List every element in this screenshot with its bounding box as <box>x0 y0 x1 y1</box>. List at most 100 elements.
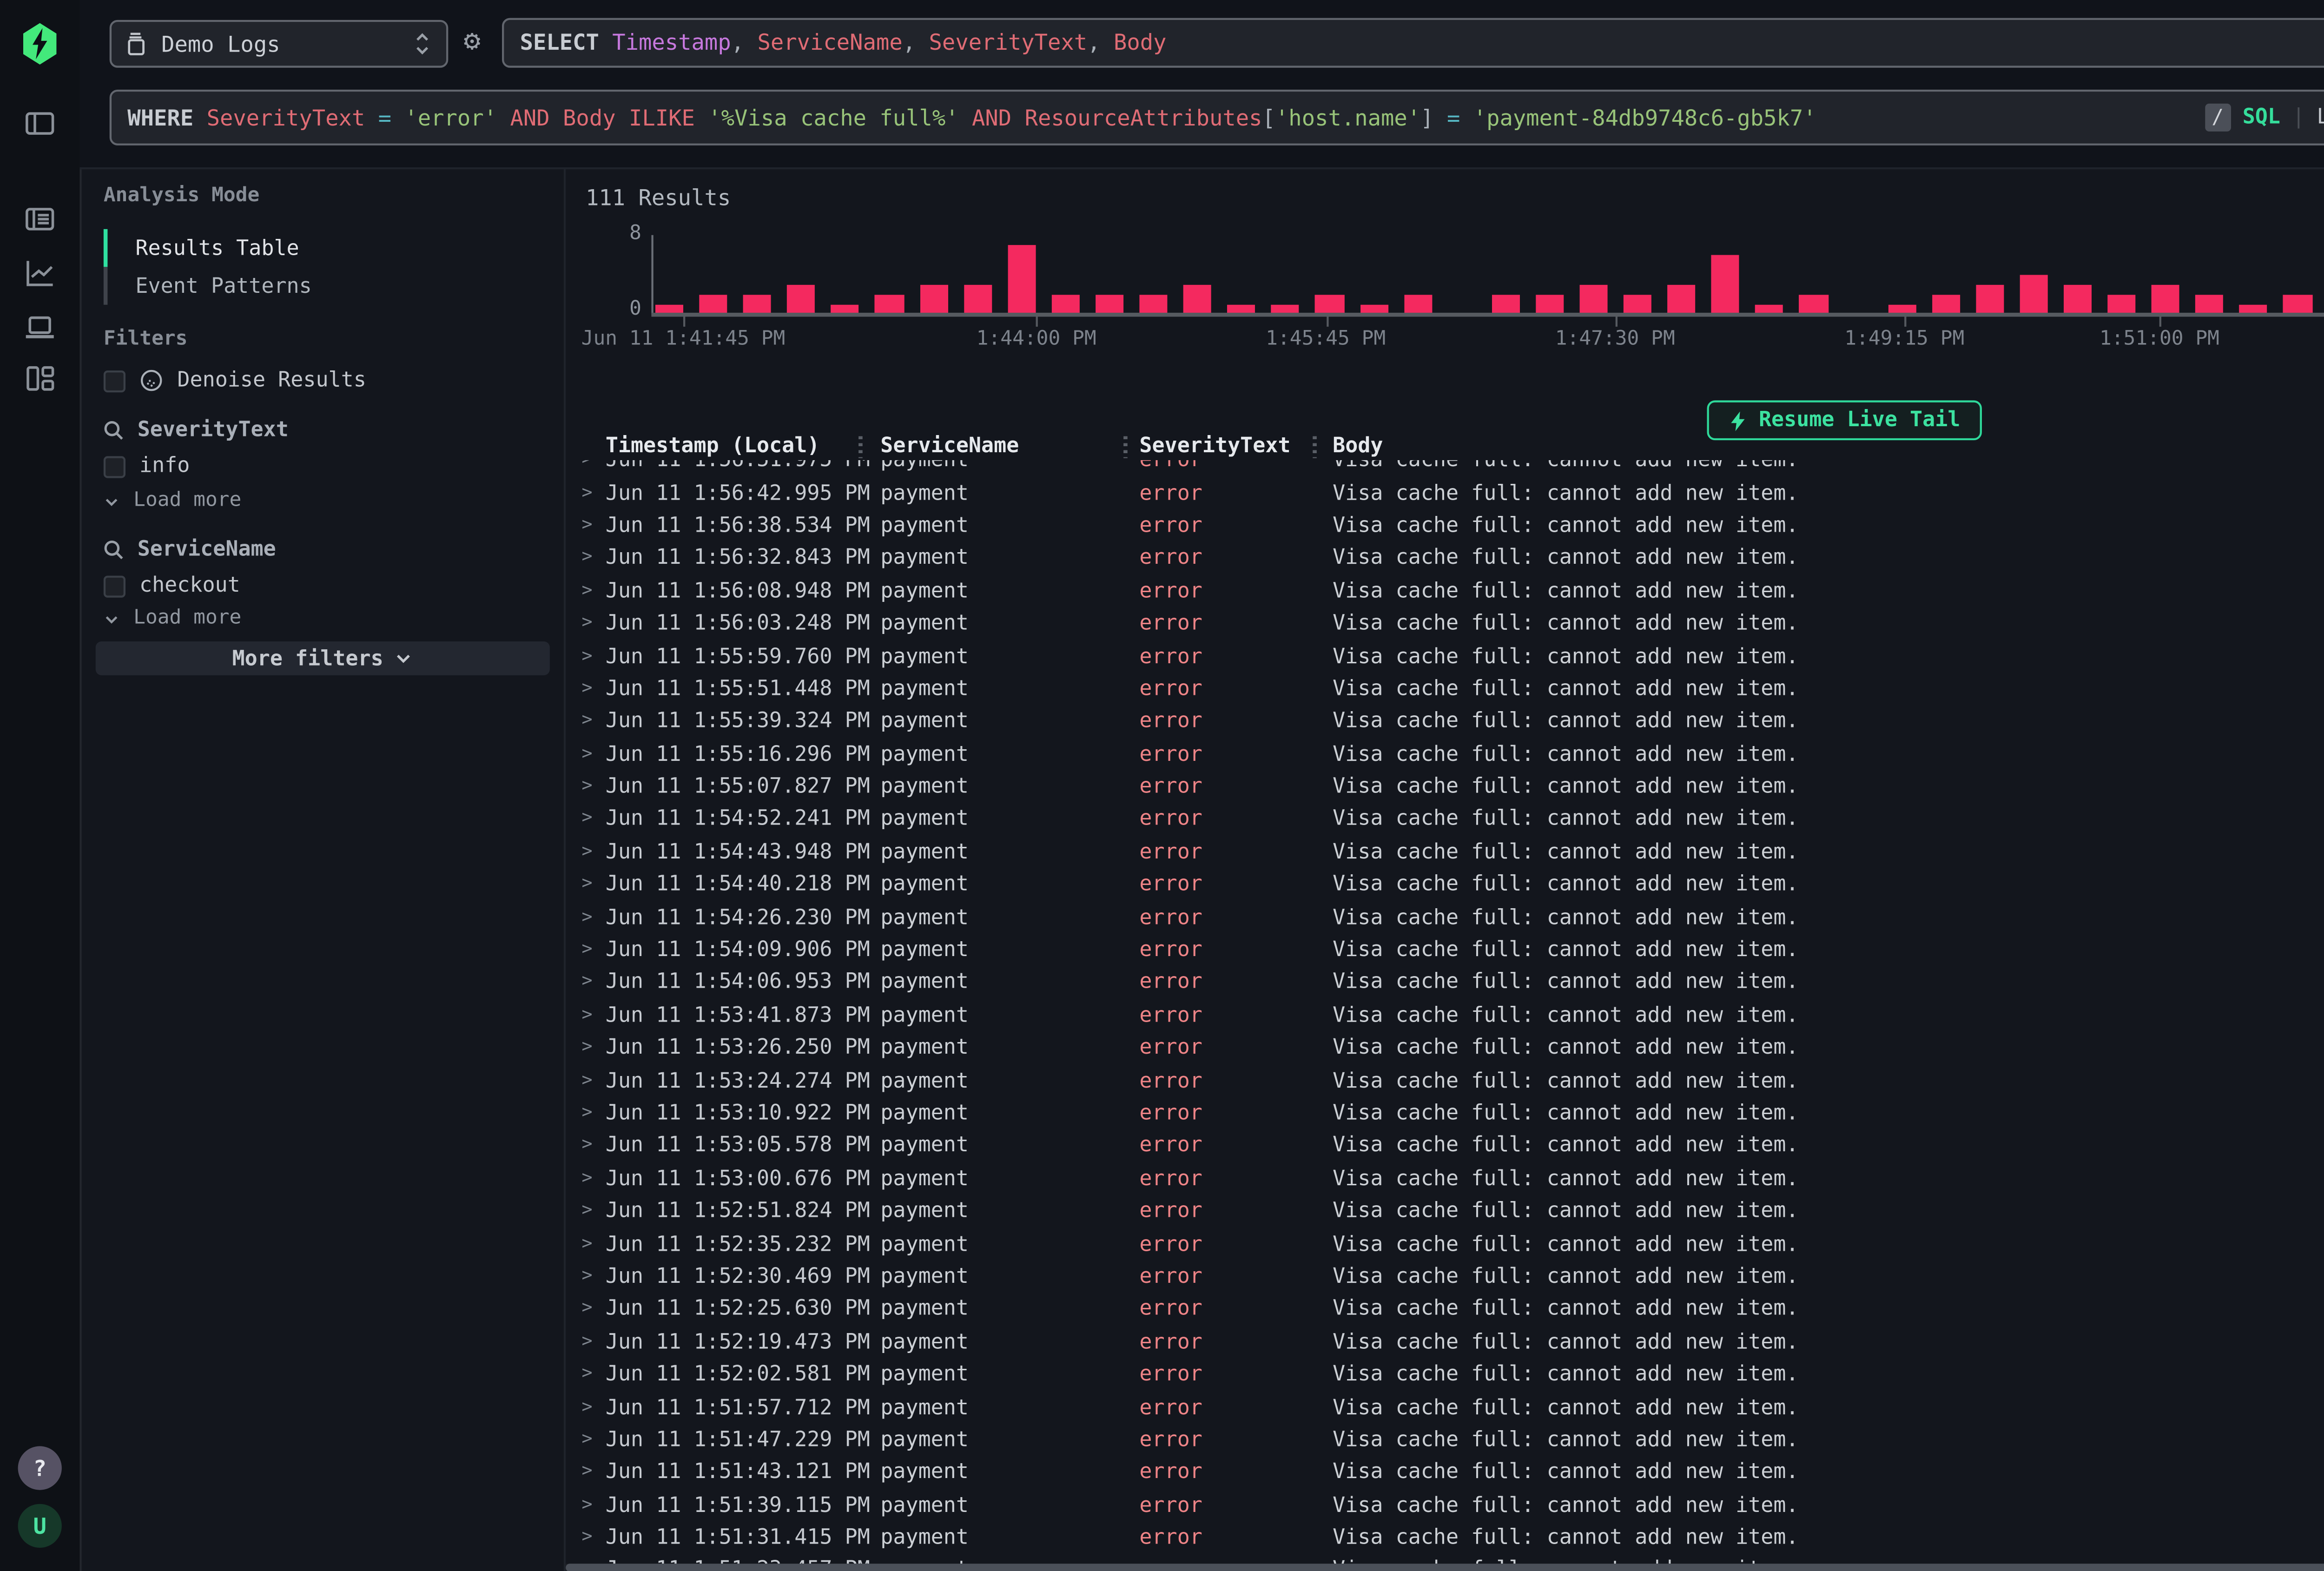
row-expand-chevron[interactable]: > <box>581 1365 605 1385</box>
log-row[interactable]: >Jun 11 1:51:31.415 PMpaymenterrorVisa c… <box>566 1522 2324 1554</box>
select-query-input[interactable]: SELECT Timestamp, ServiceName, SeverityT… <box>502 18 2324 68</box>
log-row[interactable]: >Jun 11 1:51:23.457 PMpaymenterrorVisa c… <box>566 1554 2324 1564</box>
row-expand-chevron[interactable]: > <box>581 1136 605 1156</box>
denoise-results-row[interactable]: Denoise Results <box>104 369 366 392</box>
log-row[interactable]: >Jun 11 1:55:07.827 PMpaymenterrorVisa c… <box>566 771 2324 803</box>
help-button[interactable]: ? <box>18 1446 62 1490</box>
row-expand-chevron[interactable]: > <box>581 1430 605 1450</box>
row-expand-chevron[interactable]: > <box>581 1332 605 1352</box>
log-row[interactable]: >Jun 11 1:52:25.630 PMpaymenterrorVisa c… <box>566 1293 2324 1326</box>
log-row[interactable]: >Jun 11 1:51:47.229 PMpaymenterrorVisa c… <box>566 1424 2324 1456</box>
row-expand-chevron[interactable]: > <box>581 679 605 699</box>
col-severitytext[interactable]: SeverityText <box>1139 434 1333 460</box>
severity-load-more[interactable]: Load more <box>104 490 242 512</box>
results-histogram[interactable] <box>651 235 2324 315</box>
log-row[interactable]: >Jun 11 1:53:26.250 PMpaymenterrorVisa c… <box>566 1032 2324 1064</box>
log-row[interactable]: >Jun 11 1:54:40.218 PMpaymenterrorVisa c… <box>566 869 2324 901</box>
row-expand-chevron[interactable]: > <box>581 1463 605 1483</box>
row-expand-chevron[interactable]: > <box>581 810 605 830</box>
row-expand-chevron[interactable]: > <box>581 614 605 634</box>
log-row[interactable]: >Jun 11 1:56:08.948 PMpaymenterrorVisa c… <box>566 575 2324 607</box>
column-resize-handle[interactable] <box>1313 436 1317 458</box>
log-row[interactable]: >Jun 11 1:53:05.578 PMpaymenterrorVisa c… <box>566 1130 2324 1162</box>
row-expand-chevron[interactable]: > <box>581 581 605 601</box>
row-expand-chevron[interactable]: > <box>581 1300 605 1320</box>
row-expand-chevron[interactable]: > <box>581 777 605 797</box>
log-row[interactable]: >Jun 11 1:51:57.712 PMpaymenterrorVisa c… <box>566 1391 2324 1424</box>
row-expand-chevron[interactable]: > <box>581 1006 605 1026</box>
col-timestamp[interactable]: Timestamp (Local) <box>606 434 880 460</box>
row-expand-chevron[interactable]: > <box>581 1528 605 1548</box>
log-row[interactable]: >Jun 11 1:52:19.473 PMpaymenterrorVisa c… <box>566 1326 2324 1358</box>
row-expand-chevron[interactable]: > <box>581 842 605 862</box>
row-expand-chevron[interactable]: > <box>581 1267 605 1287</box>
log-row[interactable]: >Jun 11 1:53:41.873 PMpaymenterrorVisa c… <box>566 999 2324 1032</box>
row-expand-chevron[interactable]: > <box>581 548 605 568</box>
log-row[interactable]: >Jun 11 1:52:35.232 PMpaymenterrorVisa c… <box>566 1228 2324 1261</box>
row-expand-chevron[interactable]: > <box>581 973 605 993</box>
checkout-checkbox[interactable] <box>104 574 125 596</box>
log-row[interactable]: >Jun 11 1:51:43.121 PMpaymenterrorVisa c… <box>566 1456 2324 1489</box>
source-selector[interactable]: Demo Logs <box>110 20 449 68</box>
user-avatar[interactable]: U <box>18 1504 62 1548</box>
log-row[interactable]: >Jun 11 1:54:09.906 PMpaymenterrorVisa c… <box>566 934 2324 966</box>
search-logs-icon[interactable] <box>24 203 56 235</box>
hyperdx-logo-icon[interactable] <box>20 22 60 66</box>
service-option-checkout[interactable]: checkout <box>104 574 240 597</box>
where-query-input[interactable]: WHERE SeverityText = 'error' AND Body IL… <box>110 90 2324 145</box>
log-row[interactable]: >Jun 11 1:55:51.448 PMpaymenterrorVisa c… <box>566 673 2324 705</box>
log-row[interactable]: >Jun 11 1:54:06.953 PMpaymenterrorVisa c… <box>566 967 2324 999</box>
log-row[interactable]: >Jun 11 1:55:39.324 PMpaymenterrorVisa c… <box>566 706 2324 738</box>
row-expand-chevron[interactable]: > <box>581 1169 605 1189</box>
log-row[interactable]: >Jun 11 1:53:24.274 PMpaymenterrorVisa c… <box>566 1064 2324 1097</box>
log-row[interactable]: >Jun 11 1:52:02.581 PMpaymenterrorVisa c… <box>566 1359 2324 1391</box>
more-filters-button[interactable]: More filters <box>96 641 550 675</box>
row-expand-chevron[interactable]: > <box>581 647 605 667</box>
chart-explorer-icon[interactable] <box>24 257 56 289</box>
row-expand-chevron[interactable]: > <box>581 875 605 895</box>
log-row[interactable]: >Jun 11 1:53:00.676 PMpaymenterrorVisa c… <box>566 1162 2324 1195</box>
row-expand-chevron[interactable]: > <box>581 1495 605 1515</box>
log-row[interactable]: >Jun 11 1:56:42.995 PMpaymenterrorVisa c… <box>566 477 2324 509</box>
log-row[interactable]: >Jun 11 1:53:10.922 PMpaymenterrorVisa c… <box>566 1097 2324 1130</box>
dashboards-icon[interactable] <box>24 363 56 395</box>
row-expand-chevron[interactable]: > <box>581 745 605 765</box>
log-row[interactable]: >Jun 11 1:55:16.296 PMpaymenterrorVisa c… <box>566 738 2324 771</box>
col-body[interactable]: Body <box>1333 434 2324 460</box>
log-row[interactable]: >Jun 11 1:54:26.230 PMpaymenterrorVisa c… <box>566 901 2324 934</box>
row-expand-chevron[interactable]: > <box>581 483 605 503</box>
service-load-more[interactable]: Load more <box>104 607 242 629</box>
row-expand-chevron[interactable]: > <box>581 1201 605 1221</box>
log-row[interactable]: >Jun 11 1:56:51.975 PMpaymenterrorVisa c… <box>566 460 2324 477</box>
log-row[interactable]: >Jun 11 1:52:51.824 PMpaymenterrorVisa c… <box>566 1195 2324 1228</box>
row-expand-chevron[interactable]: > <box>581 1397 605 1417</box>
sql-mode-button[interactable]: SQL <box>2243 106 2280 129</box>
row-expand-chevron[interactable]: > <box>581 1234 605 1254</box>
log-row[interactable]: >Jun 11 1:55:59.760 PMpaymenterrorVisa c… <box>566 640 2324 673</box>
severity-option-info[interactable]: info <box>104 454 190 478</box>
row-expand-chevron[interactable]: > <box>581 1038 605 1058</box>
log-row[interactable]: >Jun 11 1:56:38.534 PMpaymenterrorVisa c… <box>566 509 2324 542</box>
col-servicename[interactable]: ServiceName <box>880 434 1139 460</box>
gear-icon[interactable]: ⚙ <box>456 26 488 58</box>
info-checkbox[interactable] <box>104 455 125 477</box>
log-row[interactable]: >Jun 11 1:56:32.843 PMpaymenterrorVisa c… <box>566 542 2324 574</box>
sessions-icon[interactable] <box>24 311 56 343</box>
mode-event-patterns[interactable]: Event Patterns <box>104 267 542 304</box>
log-row[interactable]: >Jun 11 1:51:39.115 PMpaymenterrorVisa c… <box>566 1489 2324 1522</box>
sidebar-toggle-icon[interactable] <box>24 107 56 139</box>
log-row[interactable]: >Jun 11 1:54:52.241 PMpaymenterrorVisa c… <box>566 803 2324 836</box>
log-row[interactable]: >Jun 11 1:52:30.469 PMpaymenterrorVisa c… <box>566 1261 2324 1293</box>
column-resize-handle[interactable] <box>858 436 863 458</box>
row-expand-chevron[interactable]: > <box>581 460 605 470</box>
log-row[interactable]: >Jun 11 1:54:43.948 PMpaymenterrorVisa c… <box>566 836 2324 869</box>
row-expand-chevron[interactable]: > <box>581 712 605 732</box>
row-expand-chevron[interactable]: > <box>581 516 605 536</box>
mode-results-table[interactable]: Results Table <box>104 229 542 267</box>
service-filter-header[interactable]: ServiceName <box>104 538 276 561</box>
row-expand-chevron[interactable]: > <box>581 1071 605 1091</box>
row-expand-chevron[interactable]: > <box>581 1103 605 1123</box>
denoise-checkbox[interactable] <box>104 370 125 391</box>
row-expand-chevron[interactable]: > <box>581 908 605 928</box>
column-resize-handle[interactable] <box>1123 436 1128 458</box>
